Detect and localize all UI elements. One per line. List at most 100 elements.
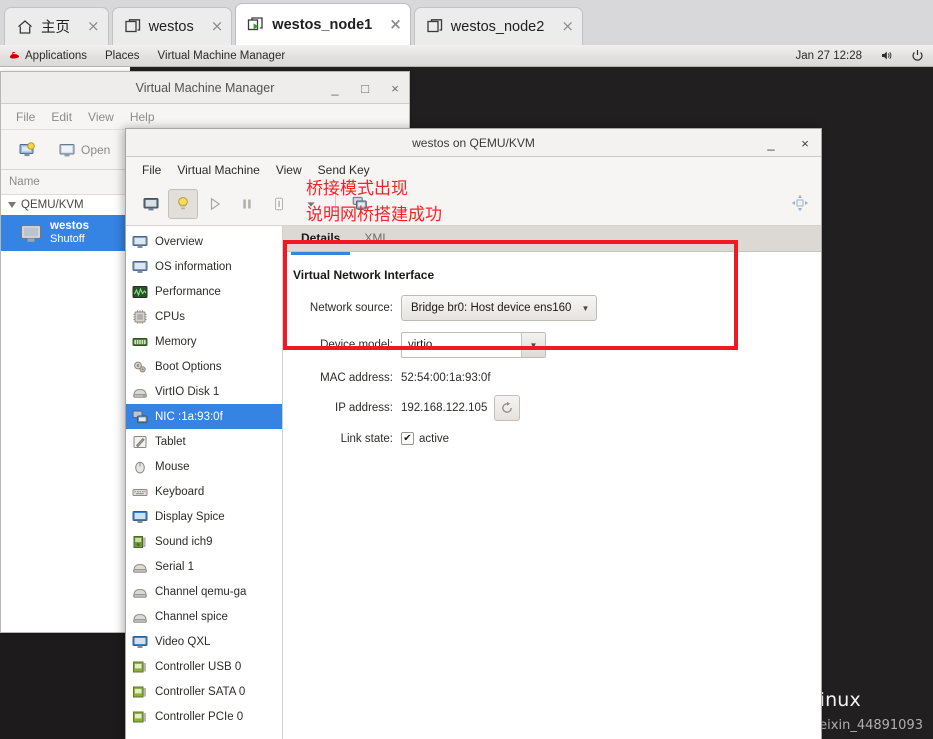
monitor-icon: [59, 143, 75, 156]
tab-close-button[interactable]: ×: [379, 17, 402, 32]
hardware-label: Channel spice: [155, 610, 228, 623]
clock-label: Jan 27 12:28: [795, 49, 862, 62]
desktop-dark-left: [0, 632, 130, 739]
network-source-label: Network source:: [309, 302, 393, 314]
vm-menu-virtual-machine[interactable]: Virtual Machine: [169, 161, 268, 179]
new-vm-button[interactable]: [11, 135, 43, 165]
hardware-item-memory[interactable]: Memory: [126, 329, 282, 354]
hardware-item-channel-spice[interactable]: Channel spice: [126, 604, 282, 629]
power-button[interactable]: [902, 45, 933, 66]
hardware-item-overview[interactable]: Overview: [126, 229, 282, 254]
hardware-label: Serial 1: [155, 560, 194, 573]
active-app-menu[interactable]: Virtual Machine Manager: [149, 45, 295, 66]
hardware-item-cpus[interactable]: CPUs: [126, 304, 282, 329]
run-button[interactable]: [200, 189, 230, 219]
vmm-menu-edit[interactable]: Edit: [44, 108, 79, 126]
tab-details[interactable]: Details: [289, 228, 352, 255]
vm-menu-view[interactable]: View: [268, 161, 310, 179]
network-source-row: Network source: Bridge br0: Host device …: [293, 295, 821, 321]
channel-icon: [133, 588, 147, 598]
vmm-menu-file[interactable]: File: [9, 108, 42, 126]
tab-close-button[interactable]: ×: [551, 19, 574, 34]
vm-window-controls: _ ×: [763, 129, 813, 157]
hardware-label: Memory: [155, 335, 197, 348]
hardware-label: Mouse: [155, 460, 190, 473]
controller-card-icon: [133, 711, 146, 722]
hardware-item-serial-1[interactable]: Serial 1: [126, 554, 282, 579]
applications-menu[interactable]: Applications: [0, 45, 96, 66]
hardware-item-display-spice[interactable]: Display Spice: [126, 504, 282, 529]
shutdown-button[interactable]: [264, 189, 294, 219]
pause-button[interactable]: [232, 189, 262, 219]
hardware-item-sound-ich9[interactable]: Sound ich9: [126, 529, 282, 554]
tab-close-button[interactable]: ×: [77, 19, 100, 34]
browser-tab-westos-node2[interactable]: westos_node2 ×: [413, 7, 583, 45]
clock[interactable]: Jan 27 12:28: [786, 45, 871, 66]
link-state-label: Link state:: [340, 432, 393, 445]
vmm-close-button[interactable]: ×: [387, 81, 403, 96]
monitor-icon: [20, 224, 42, 242]
vmm-menu-view[interactable]: View: [81, 108, 121, 126]
console-view-button[interactable]: [136, 189, 166, 219]
vm-running-icon: [248, 16, 263, 30]
browser-tab-westos[interactable]: westos ×: [111, 7, 233, 45]
hardware-item-virtio-disk-1[interactable]: VirtIO Disk 1: [126, 379, 282, 404]
hardware-item-controller-pcie-0[interactable]: Controller PCIe 0: [126, 704, 282, 729]
tab-close-button[interactable]: ×: [201, 19, 224, 34]
vm-window-icon: [124, 18, 140, 32]
tab-label: westos: [148, 18, 194, 35]
hardware-item-tablet[interactable]: Tablet: [126, 429, 282, 454]
vm-menu-file[interactable]: File: [134, 161, 169, 179]
vm-titlebar[interactable]: westos on QEMU/KVM _ ×: [126, 129, 821, 157]
volume-button[interactable]: [871, 45, 902, 66]
places-menu[interactable]: Places: [96, 45, 149, 66]
ip-refresh-button[interactable]: [494, 395, 521, 421]
link-state-row: Link state: ✔ active: [293, 432, 821, 445]
vmm-connection-label: QEMU/KVM: [21, 199, 84, 211]
vmm-titlebar[interactable]: Virtual Machine Manager _ □ ×: [1, 72, 409, 104]
device-model-select[interactable]: virtio ▼: [401, 332, 546, 358]
nic-form: Virtual Network Interface Network source…: [283, 252, 821, 739]
show-details-button[interactable]: [168, 188, 198, 219]
vm-minimize-button[interactable]: _: [763, 136, 779, 151]
vmm-minimize-button[interactable]: _: [327, 81, 343, 96]
snapshots-button[interactable]: [345, 189, 375, 219]
display-icon: [132, 510, 148, 523]
hardware-item-boot-options[interactable]: Boot Options: [126, 354, 282, 379]
link-state-value: active: [419, 432, 450, 445]
active-app-label: Virtual Machine Manager: [157, 49, 286, 62]
run-play-icon: [210, 197, 221, 210]
detail-tabs: Details XML: [283, 226, 821, 255]
chevron-down-icon[interactable]: [8, 202, 16, 208]
hardware-item-os-information[interactable]: OS information: [126, 254, 282, 279]
pause-icon: [243, 199, 251, 208]
hardware-item-nic[interactable]: NIC :1a:93:0f: [126, 404, 282, 429]
hardware-item-mouse[interactable]: Mouse: [126, 454, 282, 479]
hardware-item-video-qxl[interactable]: Video QXL: [126, 629, 282, 654]
link-state-checkbox[interactable]: ✔ active: [401, 432, 449, 445]
vm-close-button[interactable]: ×: [797, 136, 813, 151]
tablet-pen-icon: [133, 435, 147, 448]
network-source-select[interactable]: Bridge br0: Host device ens160 ▼: [401, 295, 598, 321]
channel-icon: [133, 613, 147, 623]
vmm-maximize-button[interactable]: □: [357, 81, 373, 96]
hardware-item-controller-sata-0[interactable]: Controller SATA 0: [126, 679, 282, 704]
browser-tab-westos-node1[interactable]: westos_node1 ×: [235, 3, 411, 45]
browser-tab-home[interactable]: 主页 ×: [4, 7, 109, 45]
vmm-menu-help[interactable]: Help: [123, 108, 162, 126]
hardware-item-controller-usb-0[interactable]: Controller USB 0: [126, 654, 282, 679]
hardware-label: Tablet: [155, 435, 186, 448]
tab-xml[interactable]: XML: [352, 228, 401, 249]
hardware-item-channel-qemu-ga[interactable]: Channel qemu-ga: [126, 579, 282, 604]
shutdown-options-button[interactable]: [296, 189, 326, 219]
shutdown-icon: [275, 197, 283, 210]
hardware-item-keyboard[interactable]: Keyboard: [126, 479, 282, 504]
chevron-down-icon[interactable]: ▼: [521, 333, 545, 357]
monitor-icon: [132, 235, 148, 248]
hardware-item-performance[interactable]: Performance: [126, 279, 282, 304]
vm-menu-send-key[interactable]: Send Key: [310, 161, 378, 179]
open-vm-button[interactable]: Open: [51, 135, 118, 165]
vmm-title-text: Virtual Machine Manager: [135, 80, 275, 95]
hardware-list[interactable]: Overview OS information Performance CPUs…: [126, 226, 283, 739]
fullscreen-button[interactable]: [791, 194, 809, 215]
